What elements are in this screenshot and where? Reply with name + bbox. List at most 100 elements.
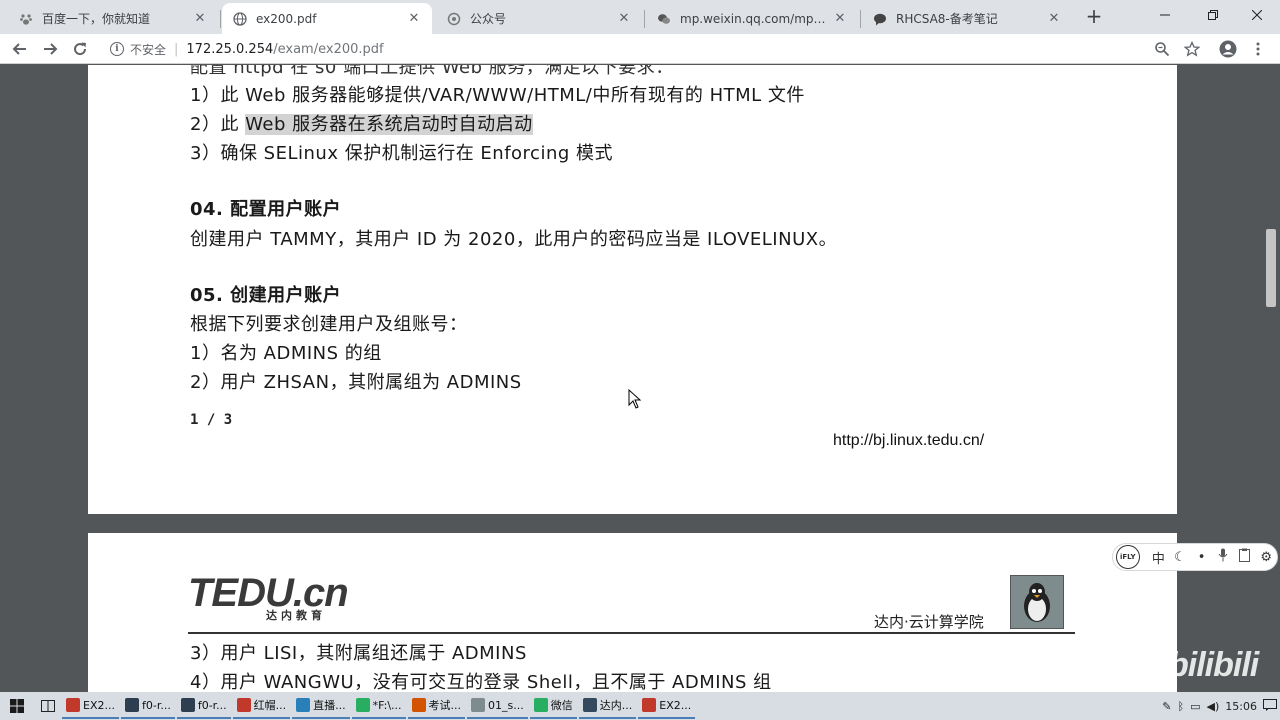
browser-toolbar: i 不安全 | 172.25.0.254 /exam/ex200.pdf bbox=[0, 34, 1280, 64]
notification-icon[interactable] bbox=[1263, 698, 1277, 714]
tab-strip: 百度一下，你就知道 ✕ ex200.pdf ✕ 公众号 ✕ mp.weixin.… bbox=[0, 0, 1280, 34]
reload-button[interactable] bbox=[68, 37, 92, 61]
bilibili-watermark: bilibili bbox=[1168, 646, 1259, 684]
app-icon bbox=[296, 698, 311, 712]
close-icon[interactable]: ✕ bbox=[1046, 11, 1062, 27]
taskbar-app[interactable]: f0-r... bbox=[176, 693, 231, 719]
new-tab-button[interactable]: + bbox=[1082, 5, 1106, 29]
header-rule bbox=[188, 632, 1075, 634]
taskbar-app[interactable]: *F:\... bbox=[351, 693, 406, 719]
ime-mode[interactable]: 中 bbox=[1148, 548, 1170, 567]
arrow-right-icon bbox=[44, 43, 58, 55]
taskbar-app[interactable]: 红帽... bbox=[232, 693, 291, 719]
tab-title: 公众号 bbox=[470, 12, 507, 26]
tab-divider bbox=[220, 10, 221, 28]
tab-baidu[interactable]: 百度一下，你就知道 ✕ bbox=[8, 3, 218, 34]
clipboard-icon[interactable] bbox=[1234, 548, 1256, 566]
tab-title: ex200.pdf bbox=[256, 11, 317, 26]
chat-icon bbox=[872, 11, 888, 27]
taskbar-app-label: f0-r... bbox=[141, 698, 171, 712]
taskbar-app[interactable]: EX2... bbox=[62, 693, 119, 719]
page-number: 1 / 3 bbox=[190, 412, 233, 428]
paw-icon bbox=[18, 11, 34, 27]
taskbar-app[interactable]: 考试... bbox=[407, 693, 466, 719]
clock[interactable]: 15:06 bbox=[1225, 700, 1257, 713]
moon-icon[interactable]: ☾ bbox=[1169, 550, 1191, 565]
taskbar-app-label: 01_s... bbox=[488, 698, 524, 712]
taskbar-app-label: EX2... bbox=[83, 698, 115, 712]
windows-start-button[interactable] bbox=[0, 692, 34, 720]
zoom-button[interactable] bbox=[1150, 37, 1174, 61]
tab-title: RHCSA8-备考笔记 bbox=[896, 12, 998, 26]
pdf-page-1: 配置 httpd 在 s0 端口上提供 Web 服务，满足以下要求： 1）此 W… bbox=[88, 65, 1177, 514]
app-icon bbox=[236, 698, 251, 712]
restore-button[interactable] bbox=[1190, 0, 1236, 30]
menu-button[interactable] bbox=[1246, 37, 1270, 61]
windows-logo-icon bbox=[10, 699, 24, 713]
taskbar-app[interactable]: EX2... bbox=[638, 693, 696, 719]
tab-gongzhonghao[interactable]: 公众号 ✕ bbox=[436, 3, 642, 34]
windows-taskbar: EX2... f0-r... f0-r... 红帽... 直播... *F:\.… bbox=[0, 692, 1280, 720]
taskbar-app-label: *F:\... bbox=[372, 698, 402, 712]
question-5-item-2: 2）用户 ZHSAN，其附属组为 ADMINS bbox=[190, 372, 522, 393]
url-host: 172.25.0.254 bbox=[186, 41, 274, 57]
avatar-icon bbox=[1219, 40, 1237, 58]
requirement-item-2: 2）此 Web 服务器在系统启动时自动启动 bbox=[190, 110, 533, 136]
tab-rhcsa8[interactable]: RHCSA8-备考笔记 ✕ bbox=[862, 3, 1072, 34]
gear-icon[interactable]: ⚙ bbox=[1255, 550, 1277, 565]
taskbar-app[interactable]: 01_s... bbox=[467, 693, 528, 719]
pdf-page-2: TEDU.cn 达内教育 达内·云计算学院 3）用户 LISI，其附属组还属于 … bbox=[88, 533, 1177, 692]
requirement-item-2-prefix: 2）此 bbox=[190, 114, 246, 135]
tab-mp-weixin[interactable]: mp.weixin.qq.com/mp/hom ✕ bbox=[646, 3, 858, 34]
pen-icon[interactable]: ✎ bbox=[1162, 700, 1171, 713]
back-button[interactable] bbox=[8, 37, 32, 61]
taskbar-app[interactable]: 微信 bbox=[529, 693, 577, 719]
close-window-button[interactable] bbox=[1234, 0, 1280, 30]
task-view-icon[interactable] bbox=[34, 692, 62, 720]
url-path: /exam/ex200.pdf bbox=[273, 41, 384, 57]
bookmark-button[interactable] bbox=[1180, 37, 1204, 61]
divider: | bbox=[174, 41, 179, 57]
tedu-logo-subtitle: 达内教育 bbox=[266, 609, 326, 622]
tab-divider bbox=[860, 10, 861, 28]
scrollbar-thumb[interactable] bbox=[1266, 229, 1276, 307]
ime-toolbar[interactable]: iFLY 中 ☾ • ⚙ bbox=[1112, 543, 1278, 571]
address-bar[interactable]: i 不安全 | 172.25.0.254 /exam/ex200.pdf bbox=[104, 37, 1214, 61]
taskbar-app[interactable]: 达内... bbox=[578, 693, 637, 719]
pdf-viewer[interactable]: 配置 httpd 在 s0 端口上提供 Web 服务，满足以下要求： 1）此 W… bbox=[0, 65, 1280, 692]
network-icon[interactable]: ▭ bbox=[1190, 700, 1200, 713]
taskbar-app-label: 直播... bbox=[313, 699, 346, 712]
close-icon[interactable]: ✕ bbox=[192, 11, 208, 27]
star-icon bbox=[1184, 41, 1200, 57]
app-icon bbox=[180, 698, 195, 712]
cut-off-line: 配置 httpd 在 s0 端口上提供 Web 服务，满足以下要求： bbox=[190, 65, 674, 78]
close-icon[interactable]: ✕ bbox=[616, 11, 632, 27]
taskbar-app-label: 红帽... bbox=[253, 699, 287, 712]
app-icon bbox=[411, 698, 426, 712]
dot-icon[interactable]: • bbox=[1191, 550, 1213, 565]
app-icon bbox=[66, 698, 80, 712]
taskbar-app[interactable]: 直播... bbox=[292, 693, 350, 719]
microphone-icon[interactable] bbox=[1212, 548, 1234, 566]
college-name: 达内·云计算学院 bbox=[874, 613, 984, 631]
close-icon[interactable]: ✕ bbox=[832, 11, 848, 27]
taskbar-app-label: 微信 bbox=[550, 699, 573, 712]
requirement-item-1: 1）此 Web 服务器能够提供/VAR/WWW/HTML/中所有现有的 HTML… bbox=[190, 85, 805, 106]
volume-icon[interactable]: ◀) bbox=[1207, 700, 1220, 713]
question-5-item-4: 4）用户 WANGWU，没有可交互的登录 Shell，且不属于 ADMINS 组 bbox=[190, 672, 772, 692]
profile-button[interactable] bbox=[1216, 37, 1240, 61]
tab-title: 百度一下，你就知道 bbox=[42, 12, 151, 26]
reload-icon bbox=[74, 42, 87, 56]
forward-button[interactable] bbox=[38, 37, 62, 61]
taskbar-app[interactable]: f0-r... bbox=[120, 693, 175, 719]
app-icon bbox=[471, 698, 486, 712]
minimize-button[interactable] bbox=[1142, 0, 1188, 30]
kebab-menu-icon bbox=[1256, 42, 1260, 56]
taskbar-app-label: 考试... bbox=[428, 699, 462, 712]
question-5-item-3: 3）用户 LISI，其附属组还属于 ADMINS bbox=[190, 643, 527, 664]
close-icon[interactable]: ✕ bbox=[406, 11, 422, 27]
info-icon[interactable]: i bbox=[110, 42, 124, 56]
tab-divider bbox=[644, 10, 645, 28]
tab-ex200-pdf[interactable]: ex200.pdf ✕ bbox=[222, 3, 432, 34]
bluetooth-icon[interactable]: ᛒ bbox=[1178, 700, 1185, 713]
